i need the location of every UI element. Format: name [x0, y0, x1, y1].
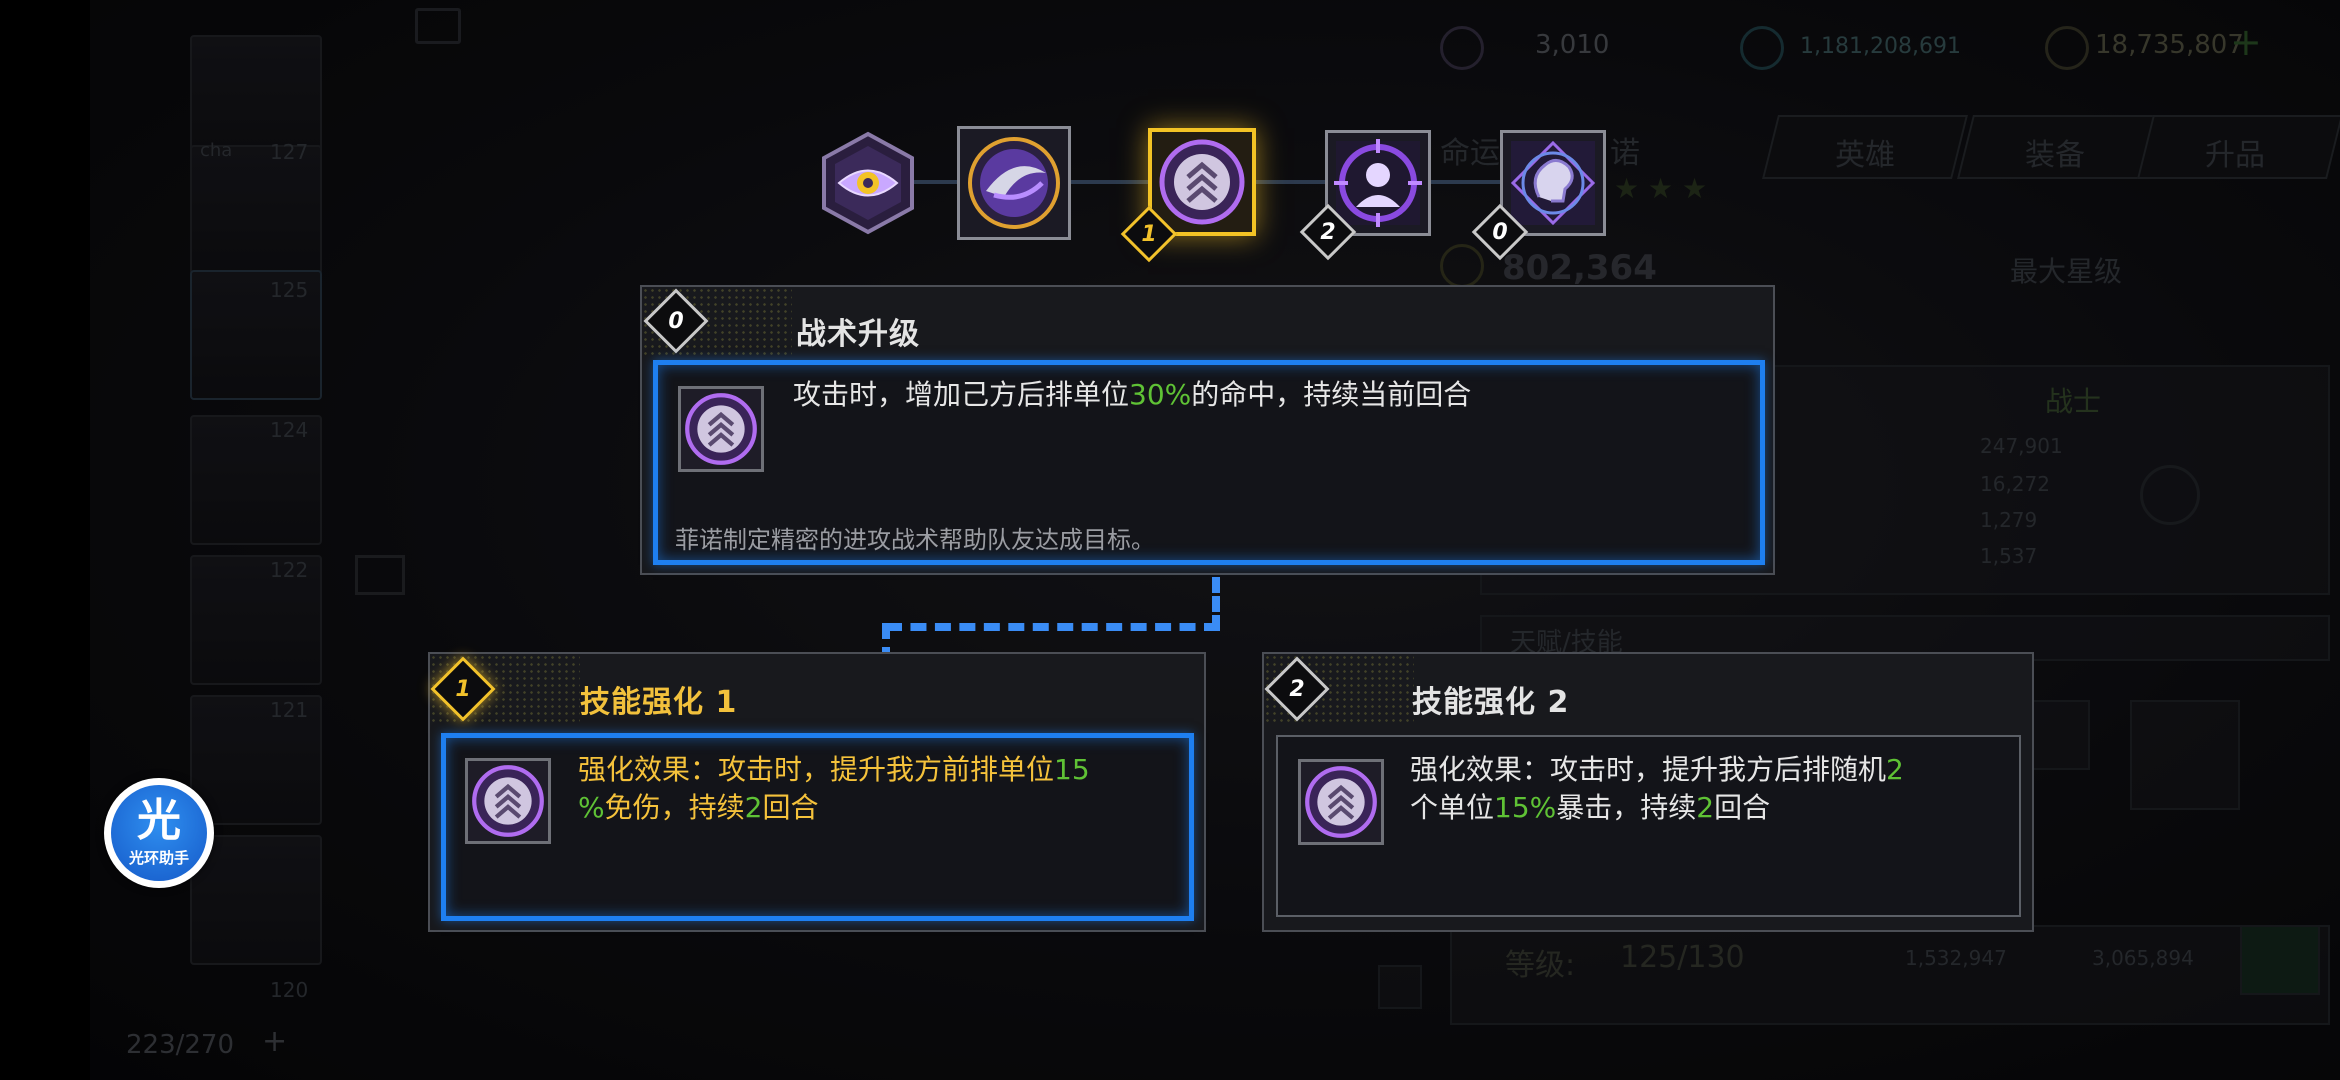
gold-coin-icon [2045, 26, 2089, 70]
eye-hex-icon [822, 131, 914, 235]
connector-line [886, 577, 1220, 631]
power-icon [1440, 244, 1484, 288]
magnify-icon[interactable] [2140, 465, 2200, 525]
talent-slot-2[interactable] [2130, 700, 2240, 810]
currency-2: 1,181,208,691 [1800, 34, 1961, 59]
enhance-1-title: 技能强化 1 [580, 685, 738, 720]
tab-equipment-label: 装备 [2025, 138, 2085, 173]
upgrade-cost-2: 3,065,894 [2092, 946, 2194, 970]
power-value: 802,364 [1502, 248, 1657, 288]
helper-label: 光环助手 [128, 848, 189, 867]
enhance-1-description: 强化效果：攻击时，提升我方前排单位15 %免伤，持续2回合 [578, 753, 1090, 824]
roster-count: 223/270 [126, 1030, 235, 1060]
level-label: 等级: [1505, 948, 1576, 983]
left-letterbox [0, 0, 90, 1080]
stat-1: 247,901 [1980, 434, 2063, 458]
currency-1: 3,010 [1535, 30, 1610, 60]
chevron-up-icon [685, 393, 757, 465]
roster-level: 127 [270, 140, 309, 164]
enhance-2-description: 强化效果：攻击时，提升我方后排随机2 个单位15%暴击，持续2回合 [1410, 753, 1904, 824]
level-up-button[interactable] [2240, 925, 2320, 995]
enhance-1-icon-box [465, 758, 551, 844]
upgrade-cost-1: 1,532,947 [1905, 946, 2007, 970]
add-currency-icon[interactable]: + [2230, 20, 2262, 64]
tactic-icon-box [678, 386, 764, 472]
roster-card[interactable] [190, 145, 322, 275]
max-star-label: 最大星级 [2010, 255, 2123, 288]
level-panel [1450, 925, 2330, 1025]
hero-name-partial-2: 诺 [1610, 136, 1640, 171]
level-value: 125/130 [1620, 940, 1745, 975]
credit-icon [1740, 26, 1784, 70]
tactic-description: 攻击时，增加己方后排单位30%的命中，持续当前回合 [793, 378, 1472, 411]
add-roster-icon[interactable]: + [262, 1024, 287, 1059]
book-icon[interactable] [415, 8, 461, 44]
mail-icon[interactable] [355, 555, 405, 595]
tab-upgrade-label: 升品 [2205, 138, 2265, 173]
chevron-up-icon [1159, 139, 1245, 225]
roster-level: 121 [270, 698, 309, 722]
roster-level: 122 [270, 558, 309, 582]
currency-3: 18,735,807 [2095, 30, 2244, 60]
skill-node-1[interactable] [815, 130, 921, 236]
class-label: 战士 [2045, 385, 2102, 418]
edit-icon[interactable] [1378, 965, 1422, 1009]
helper-icon: 光 光环助手 [111, 785, 207, 881]
stat-3: 1,279 [1980, 508, 2038, 532]
roster-name: cha [200, 140, 233, 161]
stat-2: 16,272 [1980, 472, 2050, 496]
brain-icon [1510, 140, 1596, 226]
crescent-blade-icon [968, 137, 1060, 229]
stat-4: 1,537 [1980, 544, 2038, 568]
enhance-2-icon-box [1298, 759, 1384, 845]
roster-level: 120 [270, 978, 309, 1002]
tactic-flavor-text: 菲诺制定精密的进攻战术帮助队友达成目标。 [675, 526, 1155, 554]
roster-level: 124 [270, 418, 309, 442]
hero-name-partial: 命运 [1440, 136, 1500, 171]
tab-hero-label: 英雄 [1835, 138, 1895, 173]
chevron-up-icon [472, 765, 544, 837]
helper-glyph: 光 [137, 794, 181, 846]
tactic-title: 战术升级 [796, 317, 920, 352]
aura-helper-button[interactable]: 光 光环助手 [104, 778, 214, 888]
enhance-2-title: 技能强化 2 [1412, 685, 1570, 720]
skill-node-2[interactable] [957, 126, 1071, 240]
roster-card[interactable] [190, 835, 322, 965]
chevron-up-icon [1305, 766, 1377, 838]
roster-level: 125 [270, 278, 309, 302]
gem-icon [1440, 26, 1484, 70]
